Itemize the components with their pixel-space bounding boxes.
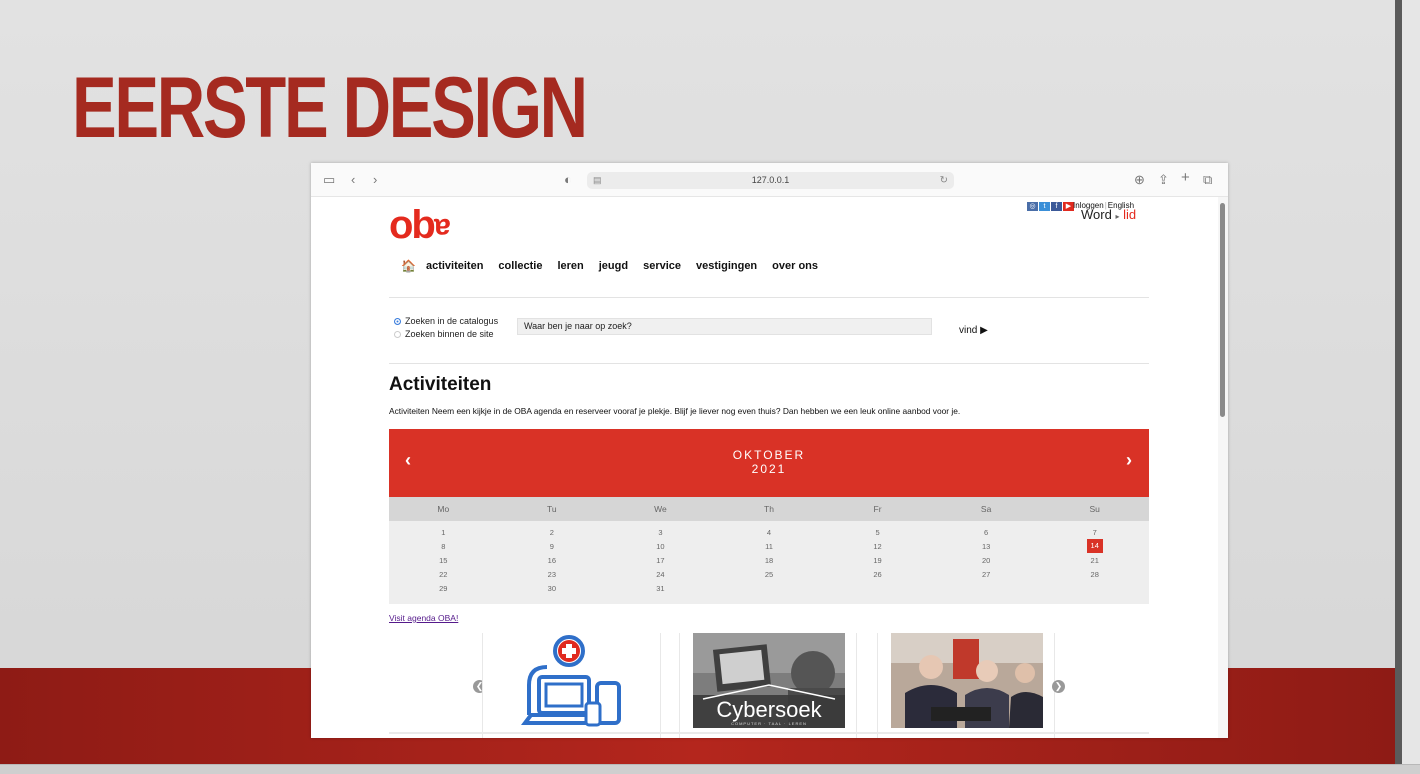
radio-selected[interactable] — [394, 317, 401, 325]
calendar-date[interactable]: 6 — [932, 528, 1041, 537]
divider — [389, 732, 1149, 734]
nav-item-over-ons[interactable]: over ons — [772, 259, 818, 273]
calendar-date[interactable]: 18 — [715, 556, 824, 565]
shield-icon[interactable]: ◐ — [564, 172, 572, 188]
nav-item-jeugd[interactable]: jeugd — [599, 259, 628, 273]
calendar-date[interactable]: 24 — [606, 570, 715, 579]
calendar-day-names: Mo Tu We Th Fr Sa Su — [389, 497, 1149, 521]
computer-help-card[interactable] — [482, 633, 661, 738]
browser-window: ▭ ‹ › ◐ ▤ 127.0.0.1 ↻ ⊕ ⇪ + ⧉ oba ◎ t f … — [311, 163, 1228, 738]
slide-right-edge — [1395, 0, 1402, 764]
forward-icon[interactable]: › — [373, 172, 377, 188]
divider — [389, 297, 1149, 298]
calendar-year: 2021 — [751, 462, 787, 476]
calendar-date[interactable]: 3 — [606, 528, 715, 537]
calendar-day-name: Tu — [547, 504, 557, 514]
share-icon[interactable]: ⇪ — [1158, 172, 1169, 188]
calendar-date[interactable]: 22 — [389, 570, 498, 579]
calendar-grid: 1 2 3 4 5 6 7 8 9 10 11 12 13 14 15 16 17 18 19 20 21 22 23 24 2… — [389, 521, 1149, 604]
calendar-date[interactable]: 2 — [498, 528, 607, 537]
calendar-day-name: We — [654, 504, 667, 514]
calendar-date[interactable]: 1 — [389, 528, 498, 537]
search-option-site[interactable]: Zoeken binnen de site — [394, 329, 494, 339]
computer-help-icon — [521, 635, 621, 727]
calendar-date[interactable]: 12 — [823, 542, 932, 551]
calendar-date[interactable]: 17 — [606, 556, 715, 565]
calendar-date[interactable]: 5 — [823, 528, 932, 537]
calendar-date[interactable]: 19 — [823, 556, 932, 565]
search-option-catalogus[interactable]: Zoeken in de catalogus — [394, 316, 498, 326]
reload-icon[interactable]: ↻ — [940, 172, 948, 189]
back-icon[interactable]: ‹ — [351, 172, 355, 188]
calendar-date[interactable]: 8 — [389, 542, 498, 551]
cybersoek-caption: Cybersoek — [716, 697, 822, 722]
calendar-date[interactable]: 13 — [932, 542, 1041, 551]
calendar-date[interactable]: 7 — [1040, 528, 1149, 537]
calendar-date[interactable]: 26 — [823, 570, 932, 579]
calendar-month: OKTOBER — [732, 448, 806, 462]
calendar-today[interactable]: 14 — [1086, 539, 1103, 553]
calendar-day-name: Th — [764, 504, 774, 514]
calendar-date[interactable]: 25 — [715, 570, 824, 579]
seniors-photo — [891, 633, 1043, 728]
facebook-icon[interactable]: f — [1051, 202, 1062, 211]
slide-right-margin — [1402, 0, 1420, 764]
web-page: oba ◎ t f ▶ Inloggen|English Word ▸ lid … — [311, 197, 1228, 738]
nav-item-activiteiten[interactable]: activiteiten — [426, 259, 483, 273]
word-lid-link[interactable]: Word ▸ lid — [1081, 208, 1136, 224]
nav-item-collectie[interactable]: collectie — [498, 259, 542, 273]
home-icon[interactable]: 🏠 — [401, 259, 416, 273]
twitter-icon[interactable]: t — [1039, 202, 1050, 211]
instagram-icon[interactable]: ◎ — [1027, 202, 1038, 211]
calendar-date[interactable]: 28 — [1040, 570, 1149, 579]
download-icon[interactable]: ⊕ — [1134, 172, 1145, 188]
nav-item-vestigingen[interactable]: vestigingen — [696, 259, 757, 273]
calendar-date[interactable]: 27 — [932, 570, 1041, 579]
agenda-link[interactable]: Visit agenda OBA! — [389, 613, 458, 623]
calendar-date[interactable]: 23 — [498, 570, 607, 579]
search-button[interactable]: vind ▶ — [959, 325, 988, 336]
reader-icon[interactable]: ▤ — [593, 172, 602, 189]
nav-item-leren[interactable]: leren — [557, 259, 583, 273]
url-text: 127.0.0.1 — [751, 175, 790, 185]
main-nav: 🏠 activiteiten collectie leren jeugd ser… — [401, 259, 833, 273]
carousel-next-button[interactable]: ❯ — [1052, 680, 1065, 693]
tabs-icon[interactable]: ⧉ — [1203, 172, 1212, 188]
cybersoek-card[interactable]: Cybersoek COMPUTER · TAAL · LEREN — [679, 633, 857, 738]
oba-logo[interactable]: oba — [389, 199, 451, 254]
calendar-header: ‹ OKTOBER 2021 › — [389, 429, 1149, 497]
slide-bottom-strip — [0, 764, 1420, 774]
seniors-computer-card[interactable] — [877, 633, 1055, 738]
calendar-day-name: Su — [1089, 504, 1100, 514]
calendar-date[interactable]: 29 — [389, 584, 498, 593]
social-icons: ◎ t f ▶ — [1027, 202, 1074, 211]
intro-text: Activiteiten Neem een kijkje in de OBA a… — [389, 406, 961, 416]
search-input[interactable]: Waar ben je naar op zoek? — [517, 318, 932, 335]
scrollbar-thumb[interactable] — [1220, 203, 1225, 417]
browser-toolbar: ▭ ‹ › ◐ ▤ 127.0.0.1 ↻ ⊕ ⇪ + ⧉ — [311, 163, 1228, 197]
sidebar-icon[interactable]: ▭ — [323, 172, 335, 188]
calendar-date[interactable]: 15 — [389, 556, 498, 565]
calendar-day-name: Sa — [980, 504, 992, 514]
calendar-date[interactable]: 30 — [498, 584, 607, 593]
calendar-date[interactable]: 9 — [498, 542, 607, 551]
address-bar[interactable]: ▤ 127.0.0.1 ↻ — [587, 172, 954, 189]
calendar-date[interactable]: 10 — [606, 542, 715, 551]
radio-unselected[interactable] — [394, 330, 401, 338]
calendar-day-name: Fr — [873, 504, 882, 514]
nav-item-service[interactable]: service — [643, 259, 681, 273]
calendar-date[interactable]: 21 — [1040, 556, 1149, 565]
calendar-date[interactable]: 20 — [932, 556, 1041, 565]
page-heading: Activiteiten — [389, 374, 492, 395]
slide-title: EERSTE DESIGN — [72, 60, 588, 156]
new-tab-icon[interactable]: + — [1181, 170, 1190, 186]
calendar-day-name: Mo — [437, 504, 450, 514]
calendar-date[interactable]: 4 — [715, 528, 824, 537]
cybersoek-subcaption: COMPUTER · TAAL · LEREN — [731, 721, 807, 726]
calendar-date[interactable]: 31 — [606, 584, 715, 593]
divider — [389, 363, 1149, 364]
calendar-date[interactable]: 11 — [715, 542, 824, 551]
calendar-next-button[interactable]: › — [1126, 450, 1132, 470]
calendar-date[interactable]: 16 — [498, 556, 607, 565]
